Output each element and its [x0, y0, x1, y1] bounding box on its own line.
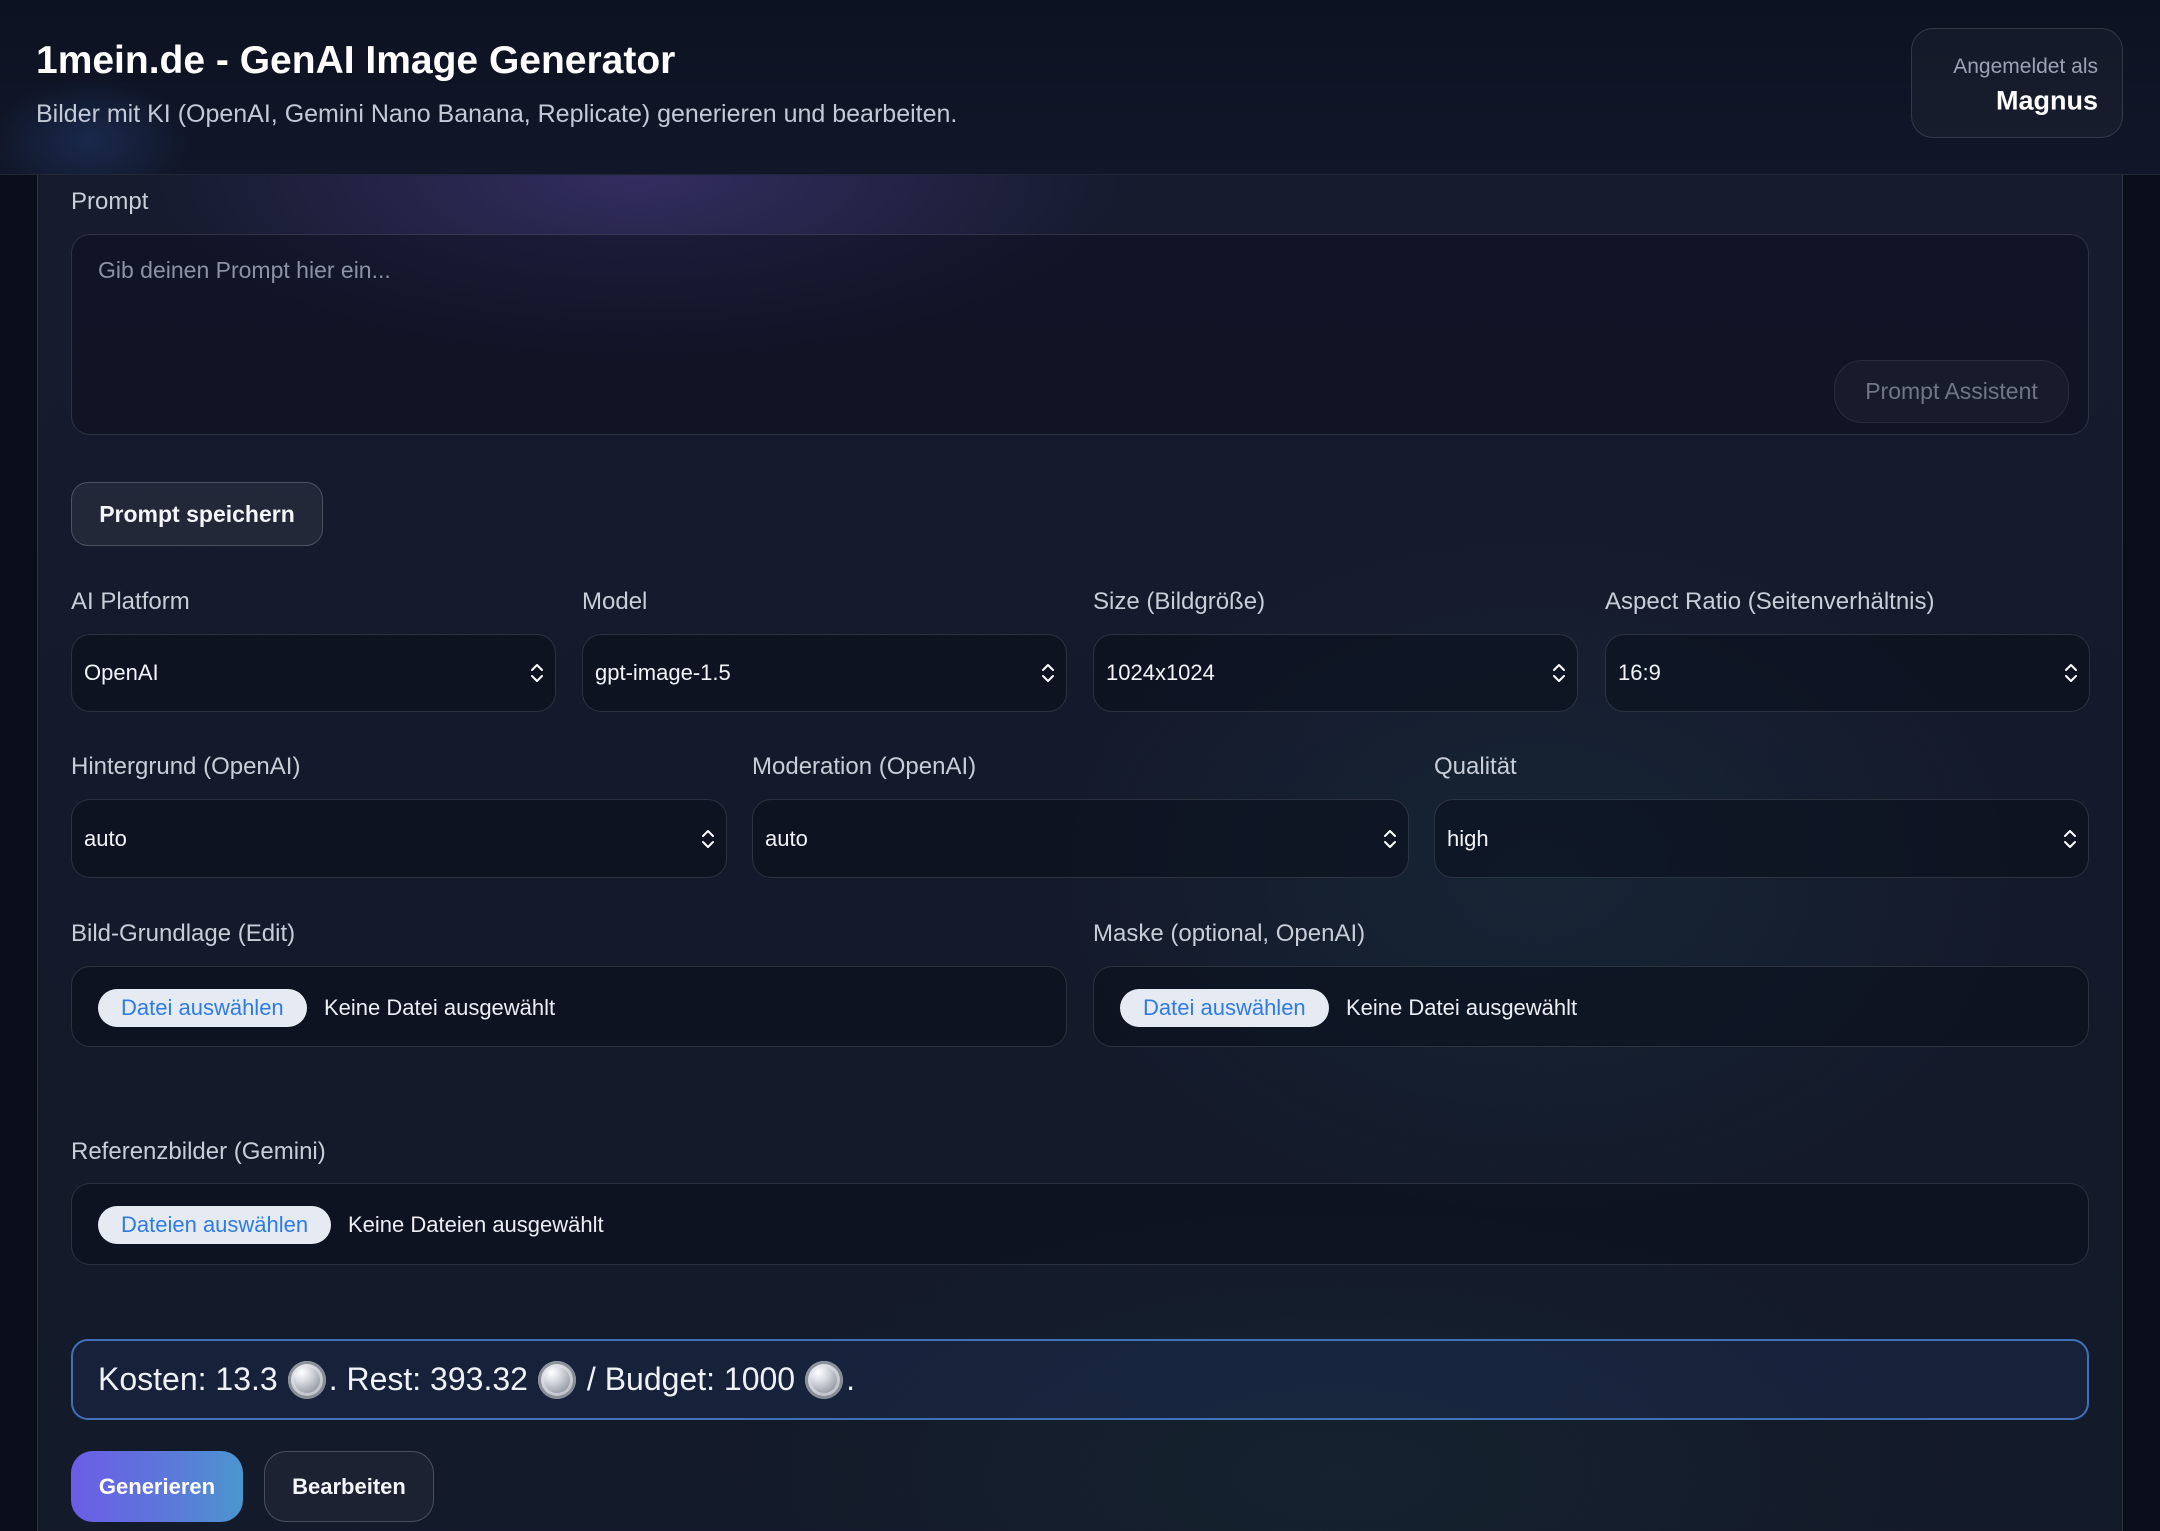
base-image-input: Datei auswählen Keine Datei ausgewählt [71, 966, 1067, 1047]
reference-images-label: Referenzbilder (Gemini) [71, 1138, 326, 1165]
edit-button[interactable]: Bearbeiten [264, 1451, 434, 1522]
mask-status: Keine Datei ausgewählt [1346, 995, 1578, 1020]
mask-label: Maske (optional, OpenAI) [1093, 920, 1366, 947]
moderation-label: Moderation (OpenAI) [752, 753, 977, 780]
prompt-placeholder: Gib deinen Prompt hier ein... [98, 257, 391, 283]
quality-select[interactable]: high [1434, 799, 2089, 878]
rest-text: . Rest: 393.32 [328, 1361, 528, 1397]
reference-images-choose-button[interactable]: Dateien auswählen [98, 1206, 332, 1244]
budget-text: / Budget: 1000 [586, 1361, 796, 1397]
chevron-updown-icon [531, 664, 543, 682]
platform-value: OpenAI [84, 660, 159, 685]
moderation-value: auto [765, 825, 808, 851]
aspect-ratio-select[interactable]: 16:9 [1605, 634, 2090, 712]
platform-label: AI Platform [71, 588, 190, 615]
save-prompt-button[interactable]: Prompt speichern [71, 482, 323, 546]
base-image-status: Keine Datei ausgewählt [324, 995, 556, 1020]
model-select[interactable]: gpt-image-1.5 [582, 634, 1067, 712]
silver-coin-icon [805, 1360, 844, 1399]
moderation-select[interactable]: auto [752, 799, 1409, 878]
prompt-assistant-button[interactable]: Prompt Assistent [1834, 360, 2069, 423]
background-label: Hintergrund (OpenAI) [71, 753, 301, 780]
cost-end: . [846, 1361, 855, 1397]
base-image-choose-button[interactable]: Datei auswählen [98, 989, 307, 1027]
page-title: 1mein.de - GenAI Image Generator [36, 39, 676, 82]
chevron-updown-icon [1553, 664, 1565, 682]
mask-input: Datei auswählen Keine Datei ausgewählt [1093, 966, 2089, 1047]
generator-panel: Prompt Gib deinen Prompt hier ein... Pro… [37, 175, 2123, 1531]
prompt-label: Prompt [71, 188, 149, 215]
chevron-updown-icon [702, 829, 714, 848]
mask-choose-button[interactable]: Datei auswählen [1120, 989, 1329, 1027]
user-name: Magnus [1995, 85, 2098, 116]
size-select[interactable]: 1024x1024 [1093, 634, 1578, 712]
user-label: Angemeldet als [1953, 55, 2098, 78]
silver-coin-icon [537, 1360, 576, 1399]
base-image-label: Bild-Grundlage (Edit) [71, 920, 296, 947]
silver-coin-icon [287, 1360, 326, 1399]
quality-value: high [1447, 825, 1489, 851]
size-label: Size (Bildgröße) [1093, 588, 1266, 615]
user-info[interactable]: Angemeldet als Magnus [1911, 28, 2123, 138]
cost-text: Kosten: 13.3 [98, 1361, 278, 1397]
platform-select[interactable]: OpenAI [71, 634, 556, 712]
aspect-ratio-value: 16:9 [1618, 660, 1661, 685]
chevron-updown-icon [1384, 829, 1396, 848]
page-subtitle: Bilder mit KI (OpenAI, Gemini Nano Banan… [36, 100, 958, 128]
background-value: auto [84, 825, 127, 851]
background-select[interactable]: auto [71, 799, 727, 878]
cost-info: Kosten: 13.3 . Rest: 393.32 / Budget: 10… [71, 1339, 2089, 1420]
reference-images-input: Dateien auswählen Keine Dateien ausgewäh… [71, 1183, 2089, 1265]
size-value: 1024x1024 [1106, 660, 1215, 685]
prompt-textarea[interactable]: Gib deinen Prompt hier ein... Prompt Ass… [71, 234, 2089, 435]
chevron-updown-icon [2065, 664, 2077, 682]
model-value: gpt-image-1.5 [595, 660, 731, 685]
app-header: 1mein.de - GenAI Image Generator Bilder … [0, 0, 2160, 175]
aspect-ratio-label: Aspect Ratio (Seitenverhältnis) [1605, 588, 1935, 615]
generate-button[interactable]: Generieren [71, 1451, 243, 1522]
quality-label: Qualität [1434, 753, 1517, 780]
model-label: Model [582, 588, 648, 615]
chevron-updown-icon [2064, 829, 2076, 848]
chevron-updown-icon [1042, 664, 1054, 682]
reference-images-status: Keine Dateien ausgewählt [348, 1212, 604, 1237]
